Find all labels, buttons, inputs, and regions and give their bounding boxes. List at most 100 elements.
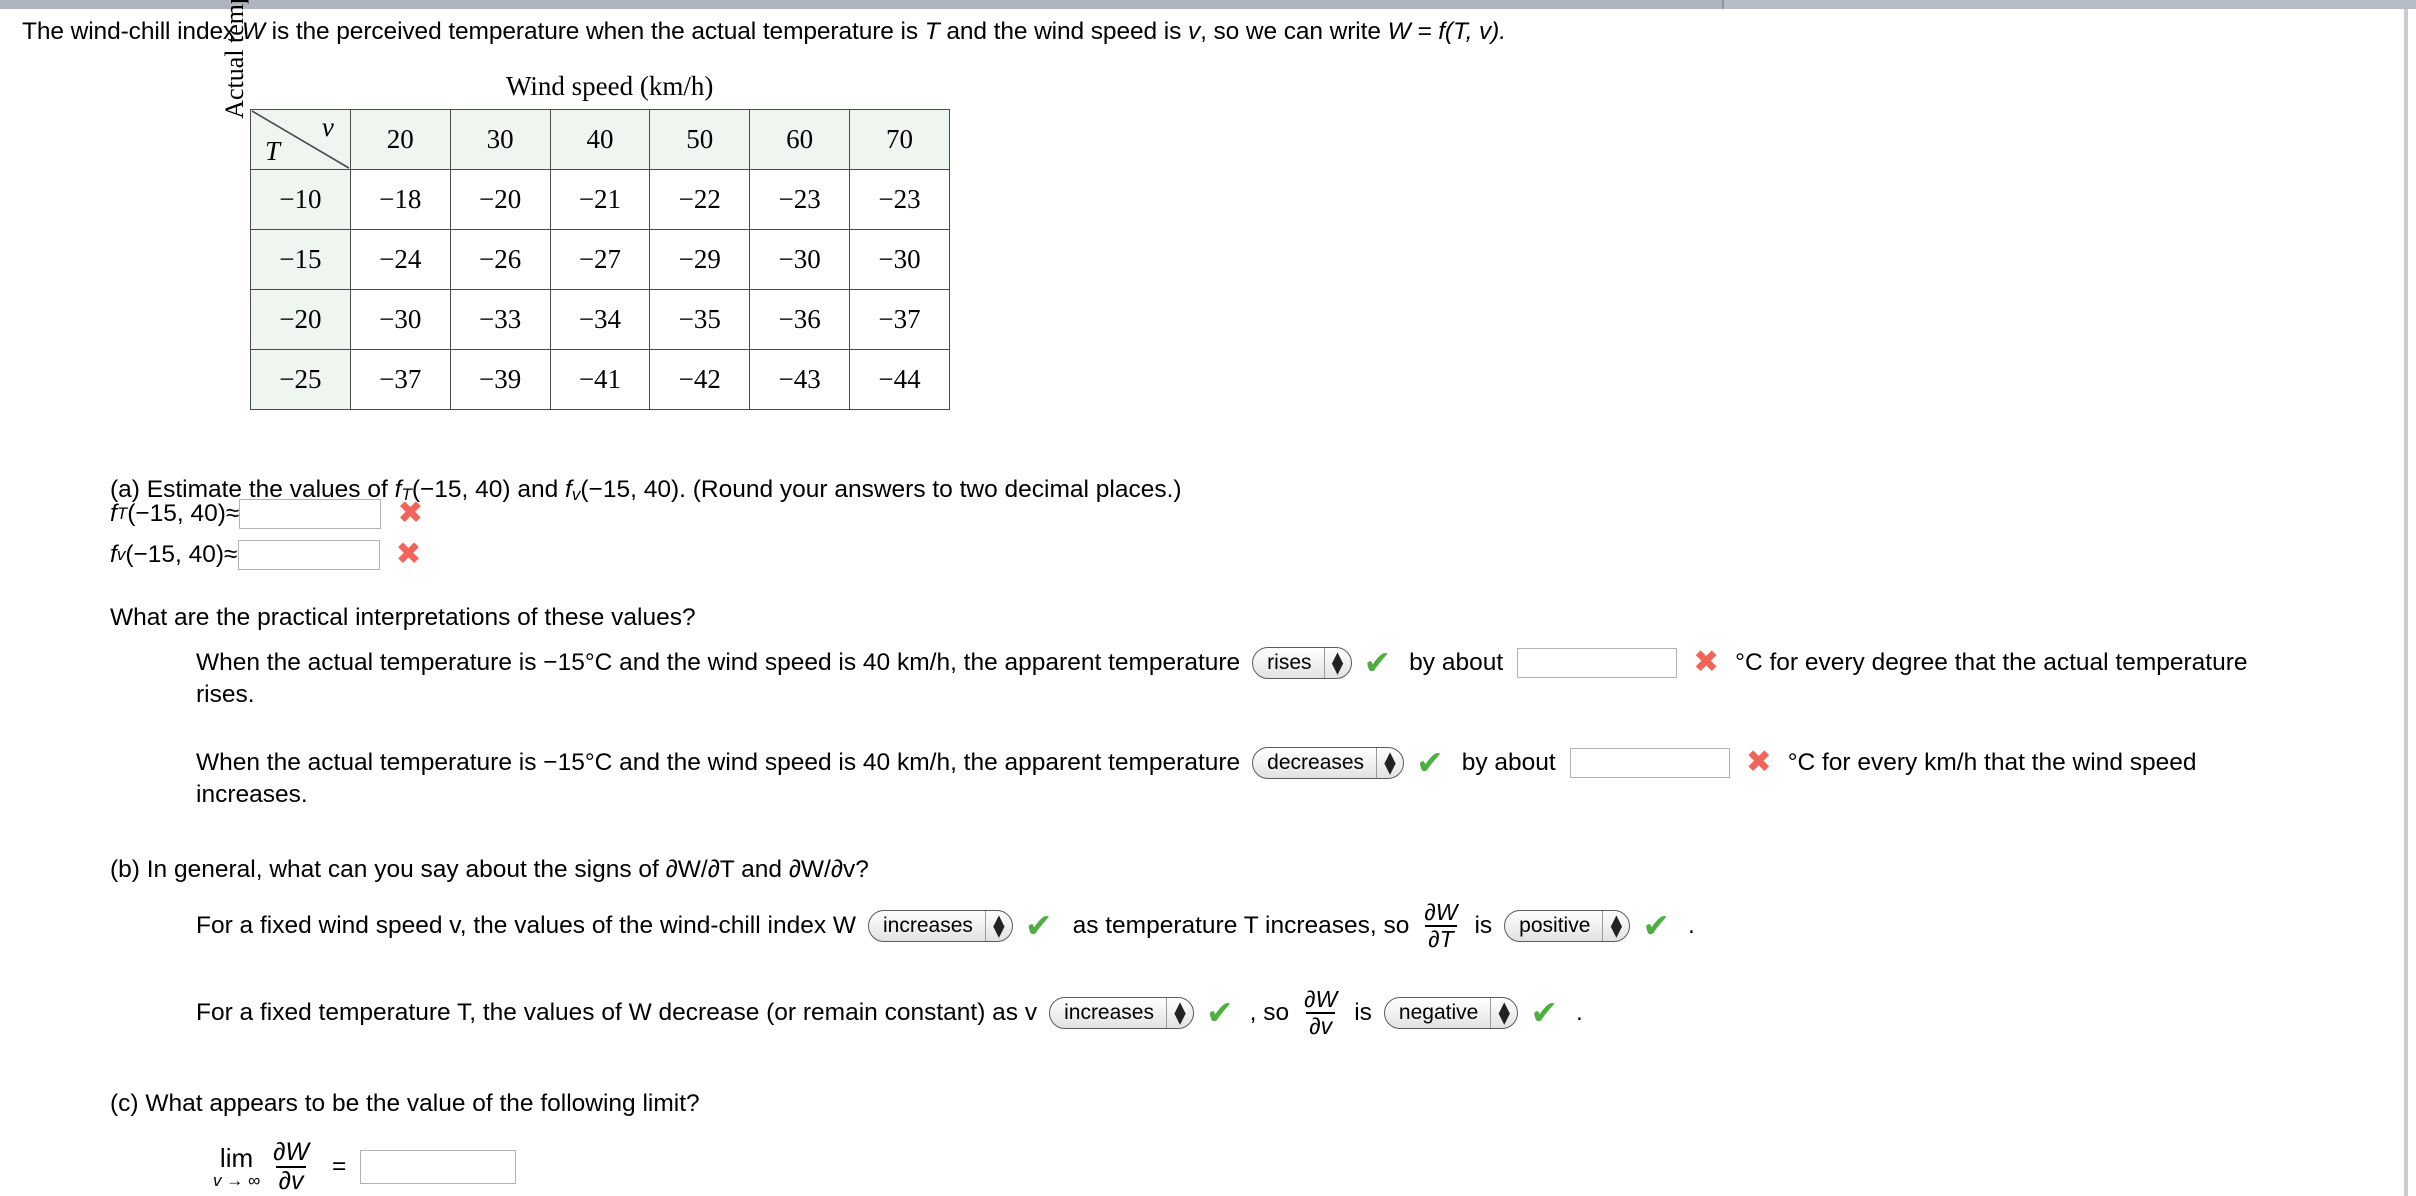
part-a-answer-row-ft: f T (−15, 40)≈ ✖ xyxy=(110,498,423,529)
partb1-trend-correct-icon: ✔ xyxy=(1024,906,1053,946)
interp2-select[interactable]: decreases ▲ ▼ xyxy=(1252,746,1405,779)
table-cell: −37 xyxy=(349,349,451,410)
table-ylabel-actual-temperature: Actual temperature (°C) xyxy=(220,0,250,153)
partc-frac-den: ∂v xyxy=(275,1166,307,1195)
table-cell: −42 xyxy=(649,349,751,410)
interp1-text-mid: by about xyxy=(1409,648,1504,676)
table-row: −20 −30 −33 −34 −35 −36 −37 xyxy=(250,289,950,350)
part-b-line-1: For a fixed wind speed v, the values of … xyxy=(196,900,1695,952)
table-cell: −23 xyxy=(849,169,950,230)
partc-partial-derivative-wv: ∂W ∂v xyxy=(270,1139,312,1195)
table-row-header: −25 xyxy=(250,349,351,410)
table-col-header: 40 xyxy=(549,109,651,170)
ft-answer-input[interactable] xyxy=(239,498,382,529)
window-chrome-strip xyxy=(0,0,2416,9)
part-b-prompt: (b) In general, what can you say about t… xyxy=(110,856,869,883)
partb2-select-trend[interactable]: increases ▲ ▼ xyxy=(1049,996,1194,1029)
intro-text-2: is the perceived temperature when the ac… xyxy=(264,18,925,45)
fv-answer-input[interactable] xyxy=(237,539,380,570)
part-a-f2: f xyxy=(565,476,572,503)
table-cell: −24 xyxy=(349,229,451,290)
table-cell: −22 xyxy=(649,169,751,230)
partb2-sign-correct-icon: ✔ xyxy=(1530,993,1558,1033)
intro-formula: W = f(T, v). xyxy=(1387,18,1506,45)
table-col-header: 60 xyxy=(749,109,851,170)
stepper-arrows-icon[interactable]: ▲ ▼ xyxy=(986,911,1012,941)
partb2-text-before: For a fixed temperature T, the values of… xyxy=(196,998,1038,1026)
partb1-select-trend[interactable]: increases ▲ ▼ xyxy=(868,909,1013,942)
partc-equals: = xyxy=(332,1153,347,1180)
table-cell: −43 xyxy=(749,349,851,410)
partb1-select-trend-value: increases xyxy=(883,913,973,937)
table-row: −10 −18 −20 −21 −22 −23 −23 xyxy=(250,169,950,230)
partb2-select-sign-value: negative xyxy=(1398,1000,1479,1024)
interp1-text-before: When the actual temperature is −15°C and… xyxy=(196,648,1241,676)
stepper-arrows-icon[interactable]: ▲ ▼ xyxy=(1491,998,1517,1028)
interp2-value-input[interactable] xyxy=(1569,747,1730,778)
interp1-incorrect-icon: ✖ xyxy=(1693,644,1720,680)
stepper-arrows-icon[interactable]: ▲ ▼ xyxy=(1167,998,1193,1028)
interp2-text-before: When the actual temperature is −15°C and… xyxy=(196,748,1241,776)
partb1-partial-derivative-wt: ∂W ∂T xyxy=(1421,900,1460,952)
partb1-text-before: For a fixed wind speed v, the values of … xyxy=(196,911,857,939)
stepper-arrows-icon[interactable]: ▲ ▼ xyxy=(1377,748,1403,778)
interp2-text-mid: by about xyxy=(1461,748,1556,776)
interp1-value-input[interactable] xyxy=(1517,647,1678,678)
wind-chill-table-block: Wind speed (km/h) Actual temperature (°C… xyxy=(210,0,950,431)
table-col-header: 70 xyxy=(849,109,950,170)
fv-incorrect-icon: ✖ xyxy=(395,536,422,572)
table-cell: −26 xyxy=(449,229,551,290)
partc-frac-num: ∂W xyxy=(273,1138,310,1166)
partb2-select-sign[interactable]: negative ▲ ▼ xyxy=(1383,996,1519,1029)
partb1-frac-num: ∂W xyxy=(1424,899,1458,925)
table-cell: −29 xyxy=(649,229,751,290)
stepper-arrows-icon[interactable]: ▲ ▼ xyxy=(1325,648,1351,678)
partb2-trend-correct-icon: ✔ xyxy=(1205,993,1234,1033)
intro-text-4: , so we can write xyxy=(1200,18,1388,45)
part-a-row1-sub: T xyxy=(116,503,128,523)
table-header-row: v T 20 30 40 50 60 70 xyxy=(250,109,950,170)
table-col-header: 30 xyxy=(449,109,551,170)
part-a-answer-row-fv: f v (−15, 40)≈ ✖ xyxy=(110,539,422,570)
ft-incorrect-icon: ✖ xyxy=(397,495,424,531)
problem-page: The wind-chill index W is the perceived … xyxy=(0,0,2404,1196)
table-corner-cell: vT xyxy=(250,109,351,170)
partb1-sign-correct-icon: ✔ xyxy=(1642,906,1671,946)
limit-subscript: v → ∞ xyxy=(213,1171,261,1190)
limit-lim-text: lim xyxy=(219,1143,254,1173)
table-corner-v: v xyxy=(321,112,334,142)
part-a-row2-sub: v xyxy=(116,544,126,564)
limit-answer-input[interactable] xyxy=(360,1150,517,1184)
part-c-prompt: (c) What appears to be the value of the … xyxy=(110,1090,700,1117)
table-row-header: −15 xyxy=(250,229,351,290)
table-cell: −30 xyxy=(849,229,950,290)
table-cell: −37 xyxy=(849,289,950,350)
interp1-select[interactable]: rises ▲ ▼ xyxy=(1252,646,1352,679)
table-col-header: 20 xyxy=(349,109,451,170)
interp2-select-correct-icon: ✔ xyxy=(1416,743,1444,782)
intro-text-1: The wind-chill index xyxy=(22,18,242,45)
wind-chill-table: v T 20 30 40 50 60 70 −10 −18 −20 −21 −22 −23 −23 −15 −2… xyxy=(250,109,950,410)
partb2-text-mid: , so xyxy=(1249,998,1290,1026)
interp1-wrap-text: rises. xyxy=(196,681,255,708)
interp2-incorrect-icon: ✖ xyxy=(1745,744,1772,780)
table-cell: −44 xyxy=(849,349,950,410)
interp2-select-value: decreases xyxy=(1267,750,1365,774)
partb1-period: . xyxy=(1688,911,1695,939)
window-chrome-active-region xyxy=(0,0,1724,9)
part-a-row1-args: (−15, 40)≈ xyxy=(127,499,240,527)
partb1-select-sign[interactable]: positive ▲ ▼ xyxy=(1504,909,1631,942)
table-cell: −20 xyxy=(449,169,551,230)
partb2-period: . xyxy=(1575,998,1583,1026)
partb2-text-is: is xyxy=(1354,998,1372,1026)
stepper-arrows-icon[interactable]: ▲ ▼ xyxy=(1603,911,1629,941)
interp1-select-correct-icon: ✔ xyxy=(1363,643,1392,682)
table-cell: −39 xyxy=(449,349,551,410)
page-right-gutter xyxy=(2408,9,2416,1196)
part-a-row2-args: (−15, 40)≈ xyxy=(125,540,238,568)
table-cell: −41 xyxy=(549,349,651,410)
table-cell: −35 xyxy=(649,289,751,350)
limit-operator: lim v → ∞ xyxy=(213,1145,260,1189)
part-a-row1-fn: f xyxy=(110,499,117,527)
table-cell: −21 xyxy=(549,169,651,230)
